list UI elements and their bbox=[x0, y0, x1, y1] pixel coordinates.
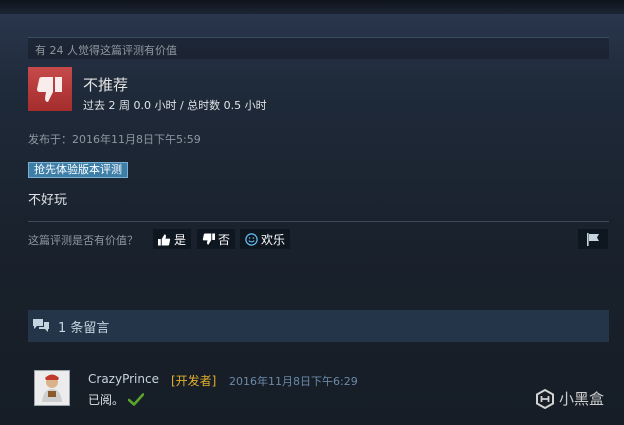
not-recommended-badge bbox=[28, 67, 72, 111]
comments-header[interactable]: 1 条留言 bbox=[28, 310, 609, 342]
vote-no-label: 否 bbox=[217, 232, 230, 247]
vote-no-button[interactable]: 否 bbox=[197, 229, 235, 249]
helpful-question: 这篇评测是否有价值？ bbox=[28, 234, 138, 247]
early-access-badge: 抢先体验版本评测 bbox=[28, 162, 128, 178]
review-body: 不好玩 bbox=[28, 193, 68, 208]
thumbs-down-icon bbox=[202, 232, 215, 245]
posted-date: 发布于：2016年11月8日下午5:59 bbox=[28, 133, 201, 146]
comment-author[interactable]: CrazyPrince bbox=[88, 372, 159, 386]
developer-tag: [开发者] bbox=[171, 374, 217, 388]
smiley-icon bbox=[245, 232, 258, 246]
comment-timestamp: 2016年11月8日下午6:29 bbox=[229, 375, 358, 388]
playtime-info: 过去 2 周 0.0 小时 / 总时数 0.5 小时 bbox=[83, 99, 267, 112]
comment-text: 已阅。 bbox=[88, 393, 125, 407]
flag-icon bbox=[587, 232, 599, 246]
review-verdict: 不推荐 bbox=[83, 76, 129, 94]
heybox-logo-icon bbox=[536, 388, 554, 409]
thumbs-down-icon bbox=[37, 77, 62, 102]
helpful-summary-text: 有 24 人觉得这篇评测有价值 bbox=[35, 44, 177, 57]
vote-funny-button[interactable]: 欢乐 bbox=[240, 229, 290, 249]
comments-count: 1 条留言 bbox=[58, 320, 110, 336]
helpful-summary: 有 24 人觉得这篇评测有价值 bbox=[28, 37, 609, 59]
speech-bubbles-icon bbox=[33, 319, 49, 332]
divider bbox=[28, 221, 609, 222]
checkmark-icon bbox=[128, 393, 145, 406]
top-edge bbox=[0, 0, 624, 14]
vote-yes-button[interactable]: 是 bbox=[153, 229, 191, 249]
vote-yes-label: 是 bbox=[173, 232, 186, 247]
watermark-text: 小黑盒 bbox=[559, 390, 605, 408]
heybox-watermark: 小黑盒 bbox=[535, 388, 604, 409]
report-flag-button[interactable] bbox=[578, 229, 608, 249]
thumbs-up-icon bbox=[158, 233, 171, 246]
vote-funny-label: 欢乐 bbox=[261, 232, 286, 247]
avatar-image bbox=[35, 371, 69, 405]
commenter-avatar[interactable] bbox=[34, 370, 70, 406]
comment-body: 已阅。 bbox=[88, 391, 145, 408]
